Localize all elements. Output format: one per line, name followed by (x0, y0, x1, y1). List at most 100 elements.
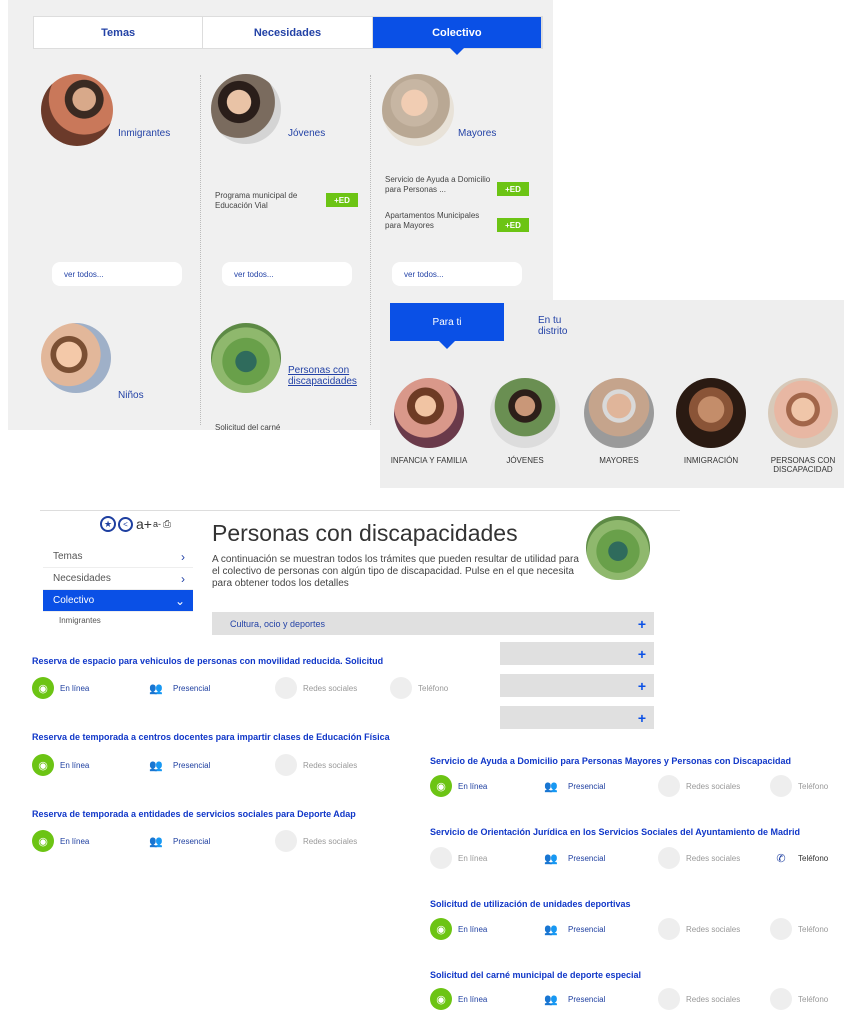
share-icon[interactable]: < (118, 516, 133, 532)
list-item[interactable]: Apartamentos Municipales para Mayores (385, 211, 485, 231)
mayores-photo[interactable] (382, 74, 454, 146)
inmigrantes-photo[interactable] (41, 74, 113, 146)
group-mayores[interactable]: MAYORES (574, 378, 664, 465)
plus-icon: + (637, 645, 646, 662)
phone-icon (770, 988, 792, 1010)
channel-presencial[interactable]: 👥 Presencial (145, 830, 210, 852)
accordion-row[interactable]: + (500, 642, 654, 665)
procedure-title[interactable]: Solicitud de utilización de unidades dep… (430, 899, 844, 909)
channel-online[interactable]: ◉ En línea (430, 988, 487, 1010)
group-jovenes[interactable]: JÓVENES (480, 378, 570, 465)
social-icon (275, 830, 297, 852)
plus-icon: + (637, 615, 646, 632)
channel-online[interactable]: ◉ En línea (430, 918, 487, 940)
column-label-jovenes[interactable]: Jóvenes (288, 128, 325, 139)
channel-redes: Redes sociales (658, 775, 740, 797)
people-icon: 👥 (149, 682, 163, 695)
sidebar-item-necesidades[interactable]: Necesidades › (43, 568, 193, 590)
procedure-title[interactable]: Solicitud del carné municipal de deporte… (430, 970, 844, 980)
group-discapacidad[interactable]: PERSONAS CON DISCAPACIDAD (758, 378, 844, 474)
jovenes-photo[interactable] (211, 74, 281, 144)
column-divider (200, 75, 201, 425)
channel-online[interactable]: ◉ En línea (32, 677, 89, 699)
channel-presencial[interactable]: 👥 Presencial (540, 988, 605, 1010)
mouse-icon: ◉ (430, 775, 452, 797)
group-infancia[interactable]: INFANCIA Y FAMILIA (384, 378, 474, 465)
page-description: A continuación se muestran todos los trá… (212, 554, 579, 589)
channel-presencial[interactable]: 👥 Presencial (145, 677, 210, 699)
list-item[interactable]: Servicio de Ayuda a Domicilio para Perso… (385, 175, 497, 195)
channel-presencial[interactable]: 👥 Presencial (540, 847, 605, 869)
group-label: JÓVENES (506, 456, 544, 465)
tab-necesidades[interactable]: Necesidades (203, 17, 373, 48)
mouse-icon: ◉ (430, 918, 452, 940)
sidebar-item-colectivo[interactable]: Colectivo ⌄ (43, 590, 193, 612)
ed-badge: +ED (326, 193, 358, 207)
group-photo (490, 378, 560, 448)
favorite-star-icon[interactable]: ★ (100, 516, 116, 532)
column-divider (370, 75, 371, 425)
chevron-down-icon: ⌄ (174, 593, 185, 608)
column-label-inmigrantes[interactable]: Inmigrantes (118, 128, 170, 139)
column-label-discapacidad[interactable]: Personas con discapacidades (288, 365, 368, 387)
procedure-title[interactable]: Reserva de temporada a entidades de serv… (32, 809, 420, 819)
para-ti-panel: Para ti En tu distrito INFANCIA Y FAMILI… (380, 300, 844, 488)
social-icon (275, 754, 297, 776)
ver-todos-link[interactable]: ver todos... (392, 262, 522, 286)
accordion-row[interactable]: + (500, 674, 654, 697)
tab-para-ti[interactable]: Para ti (390, 303, 504, 349)
channel-presencial[interactable]: 👥 Presencial (145, 754, 210, 776)
procedure-title[interactable]: Reserva de espacio para vehiculos de per… (32, 656, 472, 666)
sidebar: Temas › Necesidades › Colectivo ⌄ Inmigrant… (43, 546, 193, 625)
sidebar-subitem-inmigrantes[interactable]: Inmigrantes (43, 612, 193, 625)
group-label: PERSONAS CON DISCAPACIDAD (770, 456, 836, 474)
channel-telefono: Teléfono (390, 677, 448, 699)
column-label-ninos[interactable]: Niños (118, 390, 144, 401)
procedure-title[interactable]: Servicio de Ayuda a Domicilio para Perso… (430, 756, 844, 766)
chevron-right-icon: › (181, 549, 185, 564)
tab-colectivo[interactable]: Colectivo (372, 17, 542, 55)
people-icon: 👥 (149, 835, 163, 848)
font-larger-button[interactable]: a+ (136, 516, 152, 532)
audience-tabs: Para ti En tu distrito (390, 303, 590, 349)
group-photo (394, 378, 464, 448)
channel-redes: Redes sociales (658, 847, 740, 869)
accordion-cultura[interactable]: Cultura, ocio y deportes + (212, 612, 654, 635)
list-item-partial[interactable]: Solicitud del carné (215, 423, 280, 430)
chevron-right-icon: › (181, 571, 185, 586)
ed-badge: +ED (497, 218, 529, 232)
channel-redes: Redes sociales (658, 918, 740, 940)
ver-todos-link[interactable]: ver todos... (52, 262, 182, 286)
procedure-title[interactable]: Reserva de temporada a centros docentes … (32, 732, 472, 742)
channel-redes: Redes sociales (275, 830, 357, 852)
channel-online[interactable]: ◉ En línea (32, 754, 89, 776)
list-item[interactable]: Programa municipal de Educación Vial (215, 191, 325, 211)
channel-presencial[interactable]: 👥 Presencial (540, 918, 605, 940)
column-label-mayores[interactable]: Mayores (458, 128, 496, 139)
procedure-title[interactable]: Servicio de Orientación Jurídica en los … (430, 827, 844, 837)
font-smaller-button[interactable]: a- (153, 519, 161, 529)
channel-redes: Redes sociales (275, 677, 357, 699)
discapacidad-photo[interactable] (211, 323, 281, 393)
channel-redes: Redes sociales (275, 754, 357, 776)
ver-todos-link[interactable]: ver todos... (222, 262, 352, 286)
channel-online[interactable]: ◉ En línea (430, 775, 487, 797)
print-icon[interactable]: ⎙ (163, 519, 171, 530)
channel-telefono: Teléfono (770, 918, 828, 940)
sidebar-item-temas[interactable]: Temas › (43, 546, 193, 568)
tab-temas[interactable]: Temas (34, 17, 204, 48)
ninos-photo[interactable] (41, 323, 111, 393)
channel-online: En línea (430, 847, 487, 869)
channel-presencial[interactable]: 👥 Presencial (540, 775, 605, 797)
channel-telefono[interactable]: ✆ Teléfono (770, 847, 828, 869)
tab-en-tu-distrito[interactable]: En tu distrito (538, 315, 590, 337)
plus-icon: + (637, 677, 646, 694)
accordion-row[interactable]: + (500, 706, 654, 729)
sidebar-item-label: Colectivo (53, 595, 95, 606)
mouse-icon: ◉ (32, 754, 54, 776)
top-rule (40, 510, 680, 511)
people-icon: 👥 (544, 993, 558, 1006)
group-inmigracion[interactable]: INMIGRACIÓN (666, 378, 756, 465)
channel-online[interactable]: ◉ En línea (32, 830, 89, 852)
social-icon (658, 988, 680, 1010)
